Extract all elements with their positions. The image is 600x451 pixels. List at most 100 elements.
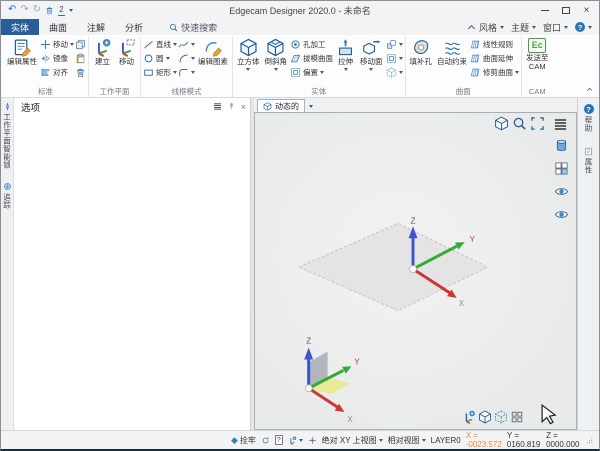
rectangle-button[interactable]: 矩形	[143, 66, 177, 79]
edit-element-button[interactable]: 编辑图素	[196, 36, 230, 87]
copy-button[interactable]	[75, 38, 86, 51]
transparent-view-icon[interactable]	[494, 410, 508, 424]
solid-combine-button[interactable]	[386, 52, 403, 65]
offset-button[interactable]: 偏置	[290, 66, 333, 79]
view-orientation-icon[interactable]	[494, 116, 509, 131]
surface-extend-button[interactable]: 曲面延伸	[470, 52, 519, 65]
delete-icon[interactable]	[45, 6, 54, 15]
document-tab-label: 动态的	[275, 101, 299, 111]
document-tab-dynamic[interactable]: 动态的	[257, 99, 305, 112]
tab-surface[interactable]: 曲面	[39, 19, 77, 35]
sidebar-tab-properties[interactable]: 属性	[583, 147, 594, 174]
render-mode-icon[interactable]	[554, 138, 569, 153]
snap-toggle[interactable]: ◆ 拴牢	[231, 435, 256, 446]
workplane-edit-icon[interactable]	[462, 410, 476, 424]
draft-surface-button[interactable]: 拔模曲面	[290, 52, 333, 65]
arc-button[interactable]	[178, 52, 195, 65]
chevron-down-icon	[588, 25, 592, 29]
sidebar-tab-track[interactable]: 追踪	[2, 182, 13, 209]
viewport-3d[interactable]: Z Y X Z Y X	[254, 112, 577, 430]
properties-tab-label: 属性	[584, 158, 593, 174]
hide-others-icon[interactable]	[554, 207, 569, 222]
quick-access-dropdown-icon[interactable]	[68, 8, 73, 12]
repeat-icon[interactable]: ↻	[33, 5, 41, 15]
tab-analysis[interactable]: 分析	[115, 19, 153, 35]
offset-icon	[290, 67, 301, 78]
move-button[interactable]: 移动	[40, 38, 74, 51]
paste-button[interactable]	[75, 52, 86, 65]
workplane-move-button[interactable]: 移动	[115, 36, 138, 87]
move-label: 移动	[53, 40, 68, 49]
align-button[interactable]: 对齐	[40, 66, 74, 79]
copy-icon	[75, 39, 86, 50]
fillet-button[interactable]	[178, 66, 195, 79]
panel-close-icon[interactable]: ×	[241, 102, 246, 112]
viewports-layout-icon[interactable]	[554, 161, 569, 176]
mirror-button[interactable]: 镜像	[40, 52, 74, 65]
circle-label: 圆	[156, 54, 164, 63]
linear-rule-button[interactable]: 线性规则	[470, 38, 519, 51]
line-label: 直线	[156, 40, 171, 49]
delete-button[interactable]	[75, 66, 86, 79]
chamfer-button[interactable]: 倒斜角	[263, 36, 290, 87]
chevron-down-icon	[499, 25, 504, 29]
viewport-menu-icon[interactable]	[553, 117, 568, 132]
layer-indicator[interactable]: LAYER0	[431, 436, 461, 445]
auto-constrain-button[interactable]: 自动约束	[435, 36, 469, 87]
menu-theme[interactable]: 主题	[509, 21, 538, 34]
visibility-icon[interactable]	[554, 184, 569, 199]
document-tab-dropdown-icon[interactable]	[309, 105, 313, 108]
fill-hole-button[interactable]: 填补孔	[408, 36, 435, 87]
minimize-button[interactable]	[534, 2, 555, 18]
zoom-icon[interactable]	[512, 116, 527, 131]
resize-grip-icon[interactable]	[585, 436, 594, 445]
hole-machining-button[interactable]: 孔加工	[290, 38, 333, 51]
menu-window[interactable]: 窗口	[541, 21, 570, 34]
fit-view-icon[interactable]	[530, 116, 545, 131]
group-label-workplane: 工作平面	[99, 87, 130, 96]
edit-properties-button[interactable]: 编辑属性	[5, 36, 39, 87]
undo-icon[interactable]: ↶	[8, 5, 16, 15]
workplane-create-button[interactable]: 建立	[91, 36, 114, 87]
menu-style[interactable]: 风格	[477, 21, 506, 34]
sidebar-tab-help[interactable]: ? 帮助	[583, 104, 594, 132]
collapse-ribbon-icon[interactable]	[467, 24, 475, 32]
workplane-selector[interactable]	[288, 436, 303, 445]
chevron-down-icon	[531, 25, 536, 29]
redo-icon[interactable]: ↷	[20, 5, 28, 15]
workplane-number-icon[interactable]: 2	[58, 5, 65, 16]
quick-search[interactable]: 快速搜索	[169, 19, 217, 35]
move-face-button[interactable]: 移动面	[358, 36, 385, 87]
workplane-grid	[297, 222, 489, 312]
extrude-button[interactable]: 拉伸	[334, 36, 357, 87]
solid-group-button[interactable]	[386, 66, 403, 79]
refresh-icon[interactable]	[261, 436, 270, 445]
isometric-view-icon[interactable]	[478, 410, 492, 424]
cube-button[interactable]: 立方体	[235, 36, 262, 87]
status-bar: ◆ 拴牢 ? 绝对 XY 上视图 相对视图 LAYER0 X = -0023.5…	[1, 430, 599, 449]
query-icon[interactable]: ?	[274, 435, 283, 445]
workplane-create-label: 建立	[95, 57, 110, 66]
solid-pattern-button[interactable]	[386, 38, 403, 51]
grid-layout-icon[interactable]	[510, 410, 524, 424]
spline-button[interactable]	[178, 38, 195, 51]
pin-icon[interactable]	[227, 102, 236, 111]
chevron-down-icon	[191, 57, 195, 60]
trim-surface-button[interactable]: 修剪曲面	[470, 66, 519, 79]
scene-3d[interactable]: Z Y X Z Y X	[255, 113, 576, 429]
ribbon-collapse-icon[interactable]	[585, 85, 594, 94]
close-button[interactable]: ×	[576, 2, 597, 18]
circle-button[interactable]: 圆	[143, 52, 177, 65]
relative-view-selector[interactable]: 相对视图	[388, 435, 426, 446]
line-button[interactable]: 直线	[143, 38, 177, 51]
absolute-view-selector[interactable]: 绝对 XY 上视图	[322, 435, 383, 446]
maximize-button[interactable]	[555, 2, 576, 18]
tab-annotation[interactable]: 注解	[77, 19, 115, 35]
ribbon-group-surface: 填补孔 自动约束 线性规则 曲面延伸 修剪曲面 曲面	[406, 36, 522, 97]
send-to-cam-button[interactable]: Ec 发送至 CAM	[524, 36, 551, 87]
sidebar-tab-workplane-smartlock[interactable]: 工作平面智能锁	[2, 102, 13, 169]
position-axis-icon[interactable]	[308, 436, 317, 445]
tab-solid[interactable]: 实体	[1, 19, 40, 35]
help-menu[interactable]: ?	[573, 22, 594, 32]
panel-menu-icon[interactable]	[213, 102, 222, 111]
